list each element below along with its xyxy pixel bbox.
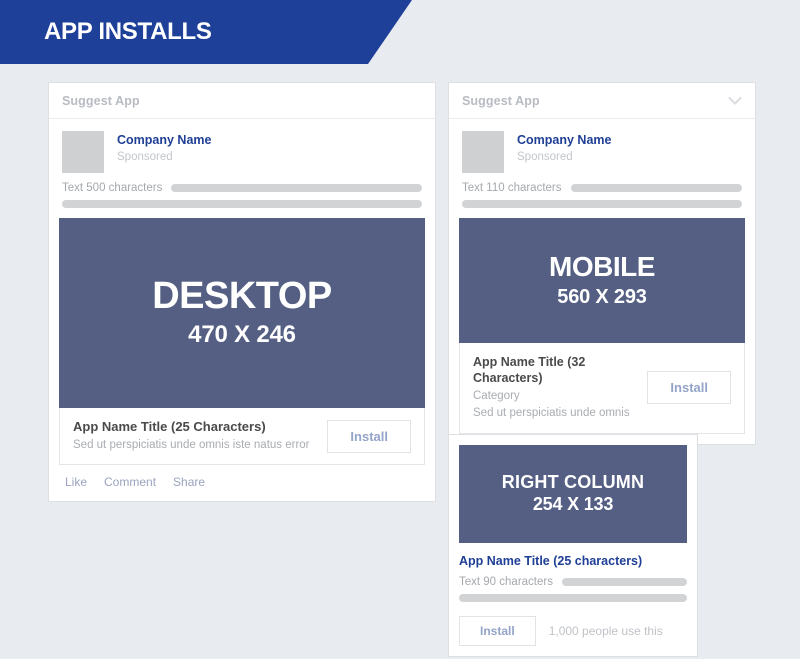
placeholder-bar — [570, 184, 742, 192]
desktop-app-description: Sed ut perspiciatis unde omnis iste natu… — [73, 438, 310, 451]
desktop-install-button[interactable]: Install — [327, 419, 411, 453]
rightcolumn-social-proof: 1,000 people use this — [548, 624, 663, 638]
desktop-text-row-label: Text 500 characters — [62, 182, 163, 194]
rightcolumn-creative-placeholder: RIGHT COLUMN 254 X 133 — [459, 445, 687, 543]
rightcolumn-footer: Install 1,000 people use this — [459, 616, 687, 646]
desktop-attachment-row: App Name Title (25 Characters) Sed ut pe… — [59, 408, 425, 466]
desktop-actions-bar: Like Comment Share — [49, 465, 435, 501]
desktop-sponsored-label: Sponsored — [117, 150, 173, 163]
desktop-attachment-text: App Name Title (25 Characters) Sed ut pe… — [73, 419, 310, 453]
mobile-attachment-text: App Name Title (32 Characters) Category … — [473, 354, 635, 422]
mobile-text-row: Text 110 characters — [449, 173, 755, 194]
rightcolumn-creative-title: RIGHT COLUMN — [501, 472, 645, 493]
mobile-app-name-title: App Name Title (32 Characters) — [473, 355, 586, 386]
desktop-app-name-title: App Name Title (25 Characters) — [73, 419, 266, 434]
desktop-card-header: Suggest App — [49, 83, 435, 119]
mobile-creative-dimensions: 560 X 293 — [557, 285, 647, 308]
placeholder-bar — [171, 184, 422, 192]
mobile-text-row-label: Text 110 characters — [462, 182, 562, 194]
mobile-profile-text: Company Name Sponsored — [517, 131, 611, 165]
mobile-creative-title: MOBILE — [549, 251, 655, 283]
comment-button[interactable]: Comment — [104, 475, 156, 489]
desktop-creative-placeholder: DESKTOP 470 X 246 — [59, 218, 425, 408]
rightcolumn-text-row-label: Text 90 characters — [459, 576, 553, 588]
placeholder-bar — [62, 200, 422, 208]
mobile-install-button[interactable]: Install — [647, 371, 731, 405]
right-column-ad-card: RIGHT COLUMN 254 X 133 App Name Title (2… — [448, 434, 698, 657]
mobile-sponsored-label: Sponsored — [517, 150, 573, 163]
desktop-creative-title: DESKTOP — [152, 275, 332, 318]
share-button[interactable]: Share — [173, 475, 205, 489]
placeholder-bar — [459, 594, 687, 602]
mobile-card-header: Suggest App — [449, 83, 755, 119]
avatar — [462, 131, 504, 173]
mobile-suggest-app-label: Suggest App — [462, 94, 540, 108]
mobile-ad-card: Suggest App Company Name Sponsored Text … — [448, 82, 756, 445]
placeholder-bar — [561, 578, 687, 586]
desktop-profile-text: Company Name Sponsored — [117, 131, 211, 165]
desktop-text-row: Text 500 characters — [49, 173, 435, 194]
desktop-profile-row: Company Name Sponsored — [49, 119, 435, 173]
page-header-banner: APP INSTALLS — [0, 0, 412, 64]
desktop-company-name[interactable]: Company Name — [117, 133, 211, 149]
rightcolumn-app-name-title[interactable]: App Name Title (25 characters) — [459, 554, 687, 568]
like-button[interactable]: Like — [65, 475, 87, 489]
rightcolumn-install-button[interactable]: Install — [459, 616, 536, 646]
avatar — [62, 131, 104, 173]
page-title: APP INSTALLS — [44, 18, 212, 45]
mobile-company-name[interactable]: Company Name — [517, 133, 611, 149]
mobile-app-category: Category — [473, 389, 520, 402]
desktop-creative-dimensions: 470 X 246 — [188, 320, 296, 348]
mobile-creative-placeholder: MOBILE 560 X 293 — [459, 218, 745, 343]
placeholder-bar — [462, 200, 742, 208]
chevron-down-icon[interactable] — [728, 96, 742, 106]
mobile-attachment-row: App Name Title (32 Characters) Category … — [459, 343, 745, 434]
rightcolumn-text-row: Text 90 characters — [459, 576, 687, 588]
desktop-ad-card: Suggest App Company Name Sponsored Text … — [48, 82, 436, 503]
desktop-suggest-app-label: Suggest App — [62, 94, 140, 108]
mobile-profile-row: Company Name Sponsored — [449, 119, 755, 173]
rightcolumn-creative-dimensions: 254 X 133 — [532, 493, 614, 514]
mobile-app-description: Sed ut perspiciatis unde omnis — [473, 407, 630, 420]
